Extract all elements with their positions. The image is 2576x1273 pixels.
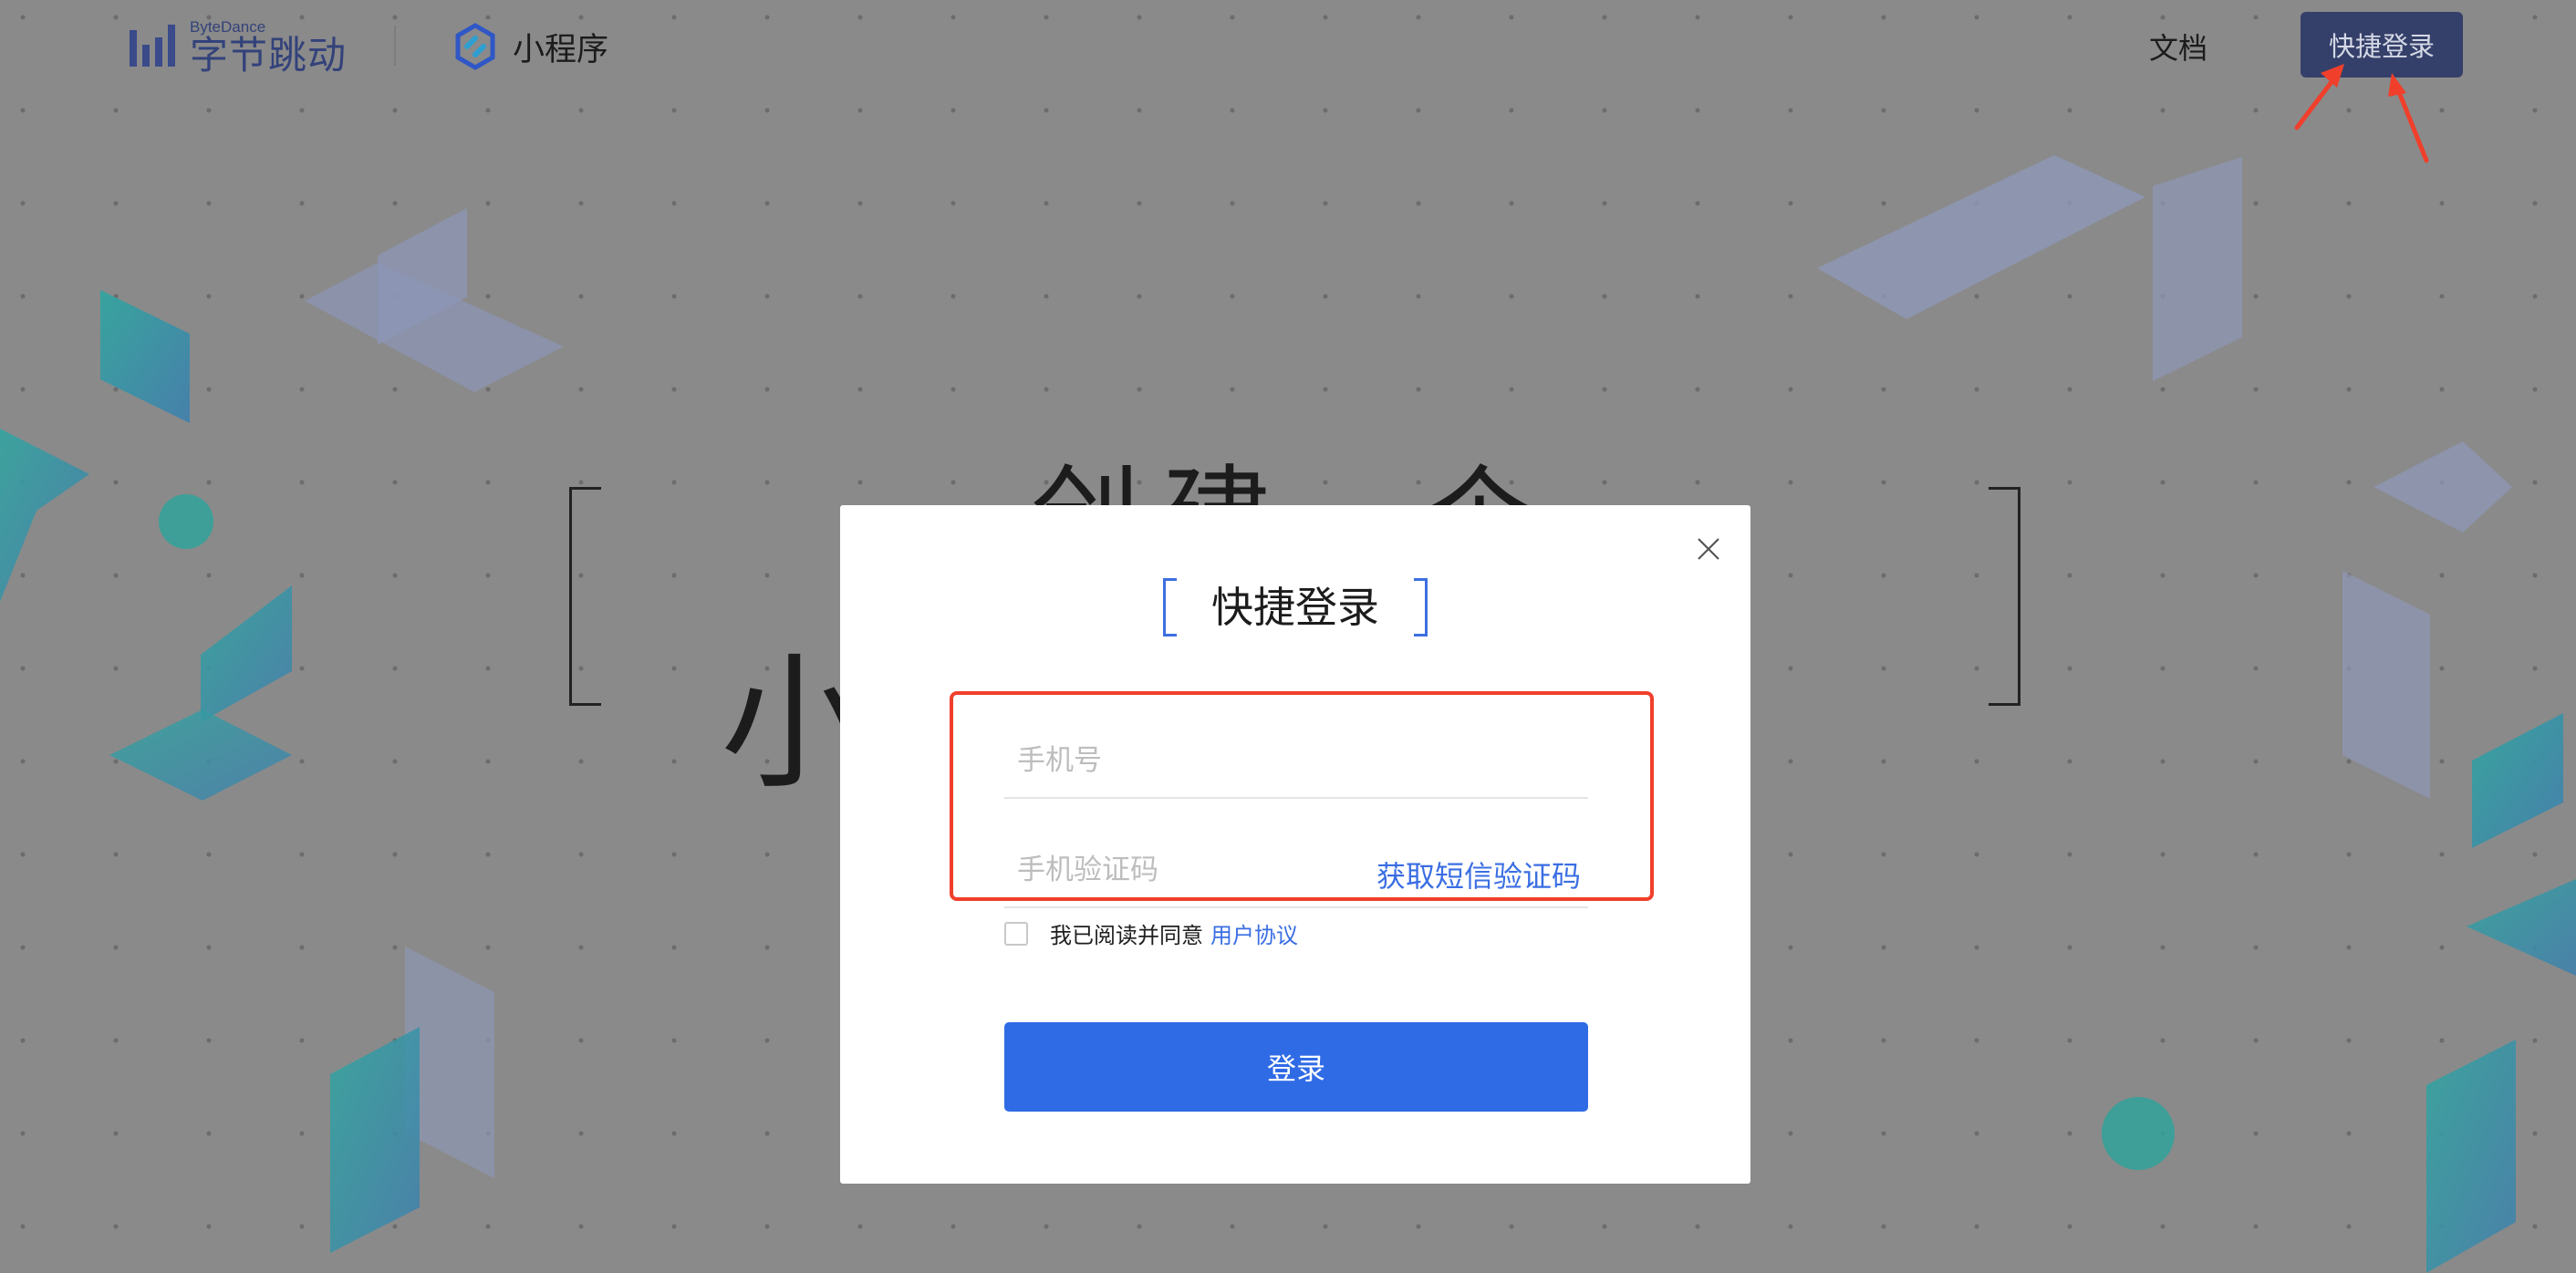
title-bracket-right <box>1414 578 1428 636</box>
header-divider <box>394 26 396 66</box>
hero-bracket-right <box>1989 487 2020 706</box>
modal-title-wrap: 快捷登录 <box>840 578 1750 636</box>
miniapp-logo-icon <box>455 23 495 70</box>
hero-bracket-left <box>569 487 601 706</box>
nav-quick-login-button[interactable]: 快捷登录 <box>2301 12 2463 78</box>
bytedance-brand[interactable]: ByteDance 字节跳动 <box>128 18 347 75</box>
get-sms-code-button[interactable]: 获取短信验证码 <box>1376 854 1581 895</box>
bytedance-logo-icon <box>130 25 175 67</box>
miniapp-product[interactable]: 小程序 <box>451 18 608 75</box>
modal-title: 快捷登录 <box>1211 583 1379 632</box>
close-icon[interactable] <box>1696 536 1721 562</box>
phone-field <box>1004 724 1588 799</box>
agreement-row: 我已阅读并同意 用户协议 <box>1004 917 1298 949</box>
code-field: 获取短信验证码 <box>1004 833 1588 908</box>
login-submit-button[interactable]: 登录 <box>1004 1022 1588 1112</box>
user-agreement-link[interactable]: 用户协议 <box>1210 917 1298 949</box>
brand-name-en: ByteDance <box>190 17 266 36</box>
nav-docs-link[interactable]: 文档 <box>2149 26 2207 67</box>
agreement-checkbox[interactable] <box>1004 921 1028 946</box>
phone-input[interactable] <box>1004 724 1588 797</box>
quick-login-modal: 快捷登录 获取短信验证码 我已阅读并同意 用户协议 登录 <box>840 505 1750 1184</box>
brand-name-zh: 字节跳动 <box>190 32 348 78</box>
agreement-text: 我已阅读并同意 <box>1050 923 1203 948</box>
product-name: 小程序 <box>513 31 609 68</box>
title-bracket-left <box>1163 578 1177 636</box>
